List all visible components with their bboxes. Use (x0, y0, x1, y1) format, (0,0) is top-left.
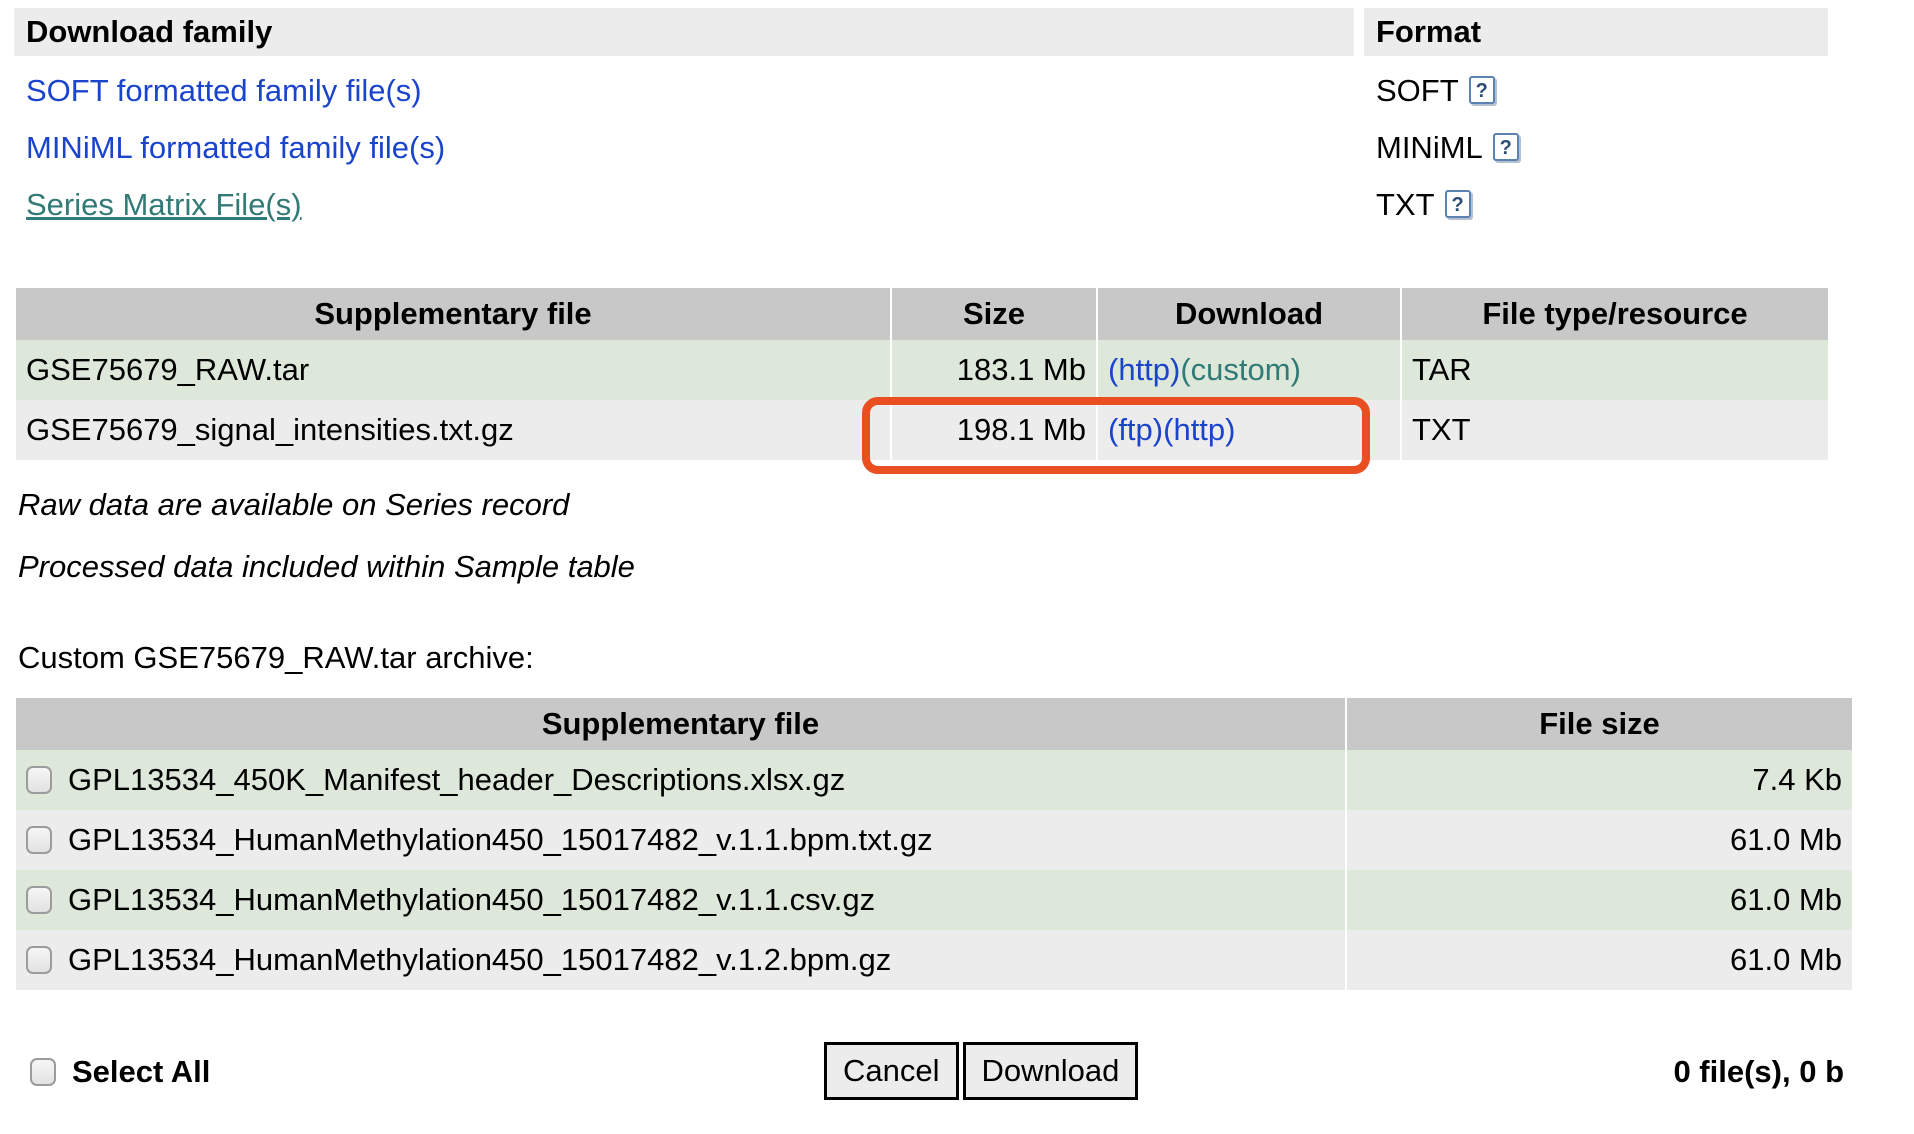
series-matrix-file-link-wrap: Series Matrix File(s) (26, 176, 302, 233)
list-item: GPL13534_450K_Manifest_header_Descriptio… (16, 750, 1852, 810)
supp-file-type: TXT (1402, 400, 1828, 460)
custom-download-link[interactable]: (custom) (1180, 352, 1301, 387)
http-download-link[interactable]: (http) (1108, 352, 1180, 387)
list-item: GPL13534_HumanMethylation450_15017482_v.… (16, 810, 1852, 870)
help-icon[interactable]: ? (1468, 75, 1495, 104)
miniml-family-file-link[interactable]: MINiML formatted family file(s) (26, 130, 445, 165)
supp-download-links: (http)(custom) (1098, 340, 1400, 400)
list-item: GPL13534_HumanMethylation450_15017482_v.… (16, 870, 1852, 930)
custom-file-size: 61.0 Mb (1347, 870, 1852, 930)
col-size: Size (892, 288, 1096, 340)
download-button[interactable]: Download (962, 1042, 1139, 1100)
soft-format-label: SOFT (1376, 73, 1459, 108)
custom-archive-header-row: Supplementary file File size (16, 698, 1852, 750)
custom-file-size: 61.0 Mb (1347, 930, 1852, 990)
supplementary-table-header-row: Supplementary file Size Download File ty… (16, 288, 1828, 340)
custom-file-size: 61.0 Mb (1347, 810, 1852, 870)
file-checkbox[interactable] (26, 945, 52, 974)
soft-family-file-link[interactable]: SOFT formatted family file(s) (26, 73, 422, 108)
download-family-rows: SOFT formatted family file(s) SOFT? MINi… (14, 62, 1828, 233)
select-all-label: Select All (72, 1054, 211, 1089)
col-file-size: File size (1347, 698, 1852, 750)
supp-file-name: GSE75679_signal_intensities.txt.gz (16, 400, 890, 460)
txt-format-cell: TXT? (1376, 176, 1471, 233)
format-header-label: Format (1364, 8, 1828, 56)
supp-file-size: 183.1 Mb (892, 340, 1096, 400)
supp-file-size: 198.1 Mb (892, 400, 1096, 460)
custom-file-name: GPL13534_HumanMethylation450_15017482_v.… (68, 882, 876, 917)
custom-file-name: GPL13534_HumanMethylation450_15017482_v.… (68, 942, 892, 977)
custom-file-name: GPL13534_HumanMethylation450_15017482_v.… (68, 822, 933, 857)
raw-data-note: Raw data are available on Series record (18, 487, 570, 522)
custom-file-cell: GPL13534_HumanMethylation450_15017482_v.… (16, 870, 1345, 930)
file-checkbox[interactable] (26, 885, 52, 914)
col-file-type-resource: File type/resource (1402, 288, 1828, 340)
supplementary-file-table: Supplementary file Size Download File ty… (14, 288, 1830, 460)
series-matrix-file-link[interactable]: Series Matrix File(s) (26, 187, 302, 222)
col-supplementary-file: Supplementary file (16, 698, 1345, 750)
download-footer: Select All Cancel Download 0 file(s), 0 b (14, 1042, 1852, 1114)
supp-file-type: TAR (1402, 340, 1828, 400)
download-family-header-label: Download family (14, 8, 1354, 56)
footer-button-group: Cancel Download (824, 1042, 1142, 1100)
help-icon[interactable]: ? (1444, 189, 1471, 218)
col-supplementary-file: Supplementary file (16, 288, 890, 340)
supp-download-links: (ftp)(http) (1098, 400, 1400, 460)
custom-file-size: 7.4 Kb (1347, 750, 1852, 810)
cancel-button[interactable]: Cancel (824, 1042, 959, 1100)
ftp-download-link[interactable]: (ftp) (1108, 412, 1163, 447)
col-download: Download (1098, 288, 1400, 340)
txt-format-label: TXT (1376, 187, 1435, 222)
miniml-format-label: MINiML (1376, 130, 1483, 165)
custom-file-cell: GPL13534_HumanMethylation450_15017482_v.… (16, 930, 1345, 990)
select-all-checkbox[interactable] (30, 1057, 56, 1086)
table-row: GSE75679_signal_intensities.txt.gz 198.1… (16, 400, 1828, 460)
selected-file-count: 0 file(s), 0 b (1673, 1054, 1844, 1089)
file-checkbox[interactable] (26, 825, 52, 854)
custom-archive-title: Custom GSE75679_RAW.tar archive: (18, 640, 534, 675)
table-row: GSE75679_RAW.tar 183.1 Mb (http)(custom)… (16, 340, 1828, 400)
custom-archive-table: Supplementary file File size GPL13534_45… (14, 698, 1854, 990)
miniml-family-file-link-wrap: MINiML formatted family file(s) (26, 119, 445, 176)
custom-file-cell: GPL13534_450K_Manifest_header_Descriptio… (16, 750, 1345, 810)
family-row-miniml: MINiML formatted family file(s) MINiML? (14, 119, 1828, 176)
geo-download-page: Download family Format SOFT formatted fa… (0, 0, 1914, 1134)
supp-file-name: GSE75679_RAW.tar (16, 340, 890, 400)
file-checkbox[interactable] (26, 765, 52, 794)
soft-format-cell: SOFT? (1376, 62, 1495, 119)
download-family-header: Download family Format (14, 8, 1828, 56)
processed-data-note: Processed data included within Sample ta… (18, 549, 635, 584)
miniml-format-cell: MINiML? (1376, 119, 1519, 176)
soft-family-file-link-wrap: SOFT formatted family file(s) (26, 62, 422, 119)
family-row-series-matrix: Series Matrix File(s) TXT? (14, 176, 1828, 233)
custom-file-cell: GPL13534_HumanMethylation450_15017482_v.… (16, 810, 1345, 870)
list-item: GPL13534_HumanMethylation450_15017482_v.… (16, 930, 1852, 990)
http-download-link[interactable]: (http) (1163, 412, 1235, 447)
help-icon[interactable]: ? (1492, 132, 1519, 161)
select-all-control[interactable]: Select All (30, 1050, 210, 1094)
family-row-soft: SOFT formatted family file(s) SOFT? (14, 62, 1828, 119)
custom-file-name: GPL13534_450K_Manifest_header_Descriptio… (68, 762, 846, 797)
